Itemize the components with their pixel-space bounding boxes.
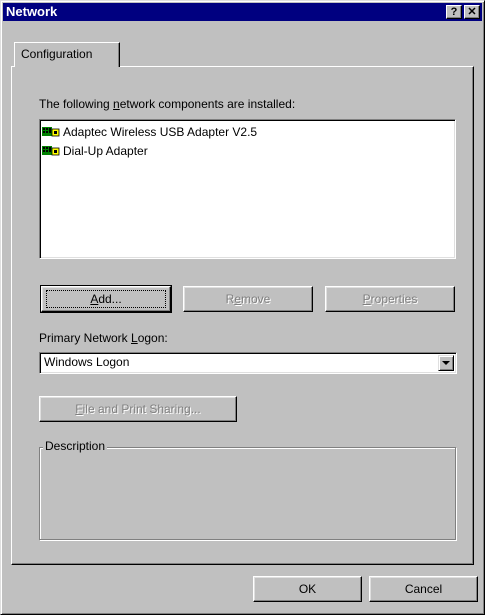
file-print-sharing-button[interactable]: File and Print Sharing...: [39, 396, 237, 422]
close-button[interactable]: ✕: [464, 5, 480, 19]
ok-button[interactable]: OK: [253, 576, 362, 602]
help-icon: ?: [450, 6, 458, 18]
network-adapter-icon: [42, 126, 60, 136]
network-adapter-icon: [42, 145, 60, 155]
close-icon: ✕: [467, 6, 477, 18]
help-button[interactable]: ?: [446, 5, 462, 19]
components-label: The following network components are ins…: [39, 97, 296, 111]
list-item[interactable]: Adaptec Wireless USB Adapter V2.5: [42, 122, 453, 141]
list-item-label: Dial-Up Adapter: [63, 143, 148, 158]
logon-select[interactable]: Windows Logon: [39, 352, 457, 374]
focus-rect: [46, 290, 166, 308]
network-dialog: Network ? ✕ Configuration The following …: [0, 0, 485, 615]
components-list[interactable]: Adaptec Wireless USB Adapter V2.5 Dial-U…: [39, 119, 456, 259]
logon-label: Primary Network Logon:: [39, 331, 168, 345]
list-item[interactable]: Dial-Up Adapter: [42, 141, 453, 160]
chevron-down-icon[interactable]: [438, 355, 454, 371]
list-item-label: Adaptec Wireless USB Adapter V2.5: [63, 124, 258, 139]
cancel-button[interactable]: Cancel: [369, 576, 478, 602]
logon-value: Windows Logon: [44, 355, 130, 369]
add-button[interactable]: Add...: [40, 285, 172, 313]
tab-configuration[interactable]: Configuration: [14, 42, 120, 67]
remove-button[interactable]: Remove: [183, 286, 313, 312]
window-title: Network: [6, 4, 58, 19]
description-group: [39, 447, 456, 540]
title-bar[interactable]: Network ? ✕: [3, 3, 482, 21]
properties-button[interactable]: Properties: [325, 286, 455, 312]
description-title: Description: [43, 439, 108, 453]
tab-joint: [15, 66, 118, 68]
tab-label: Configuration: [21, 47, 93, 61]
